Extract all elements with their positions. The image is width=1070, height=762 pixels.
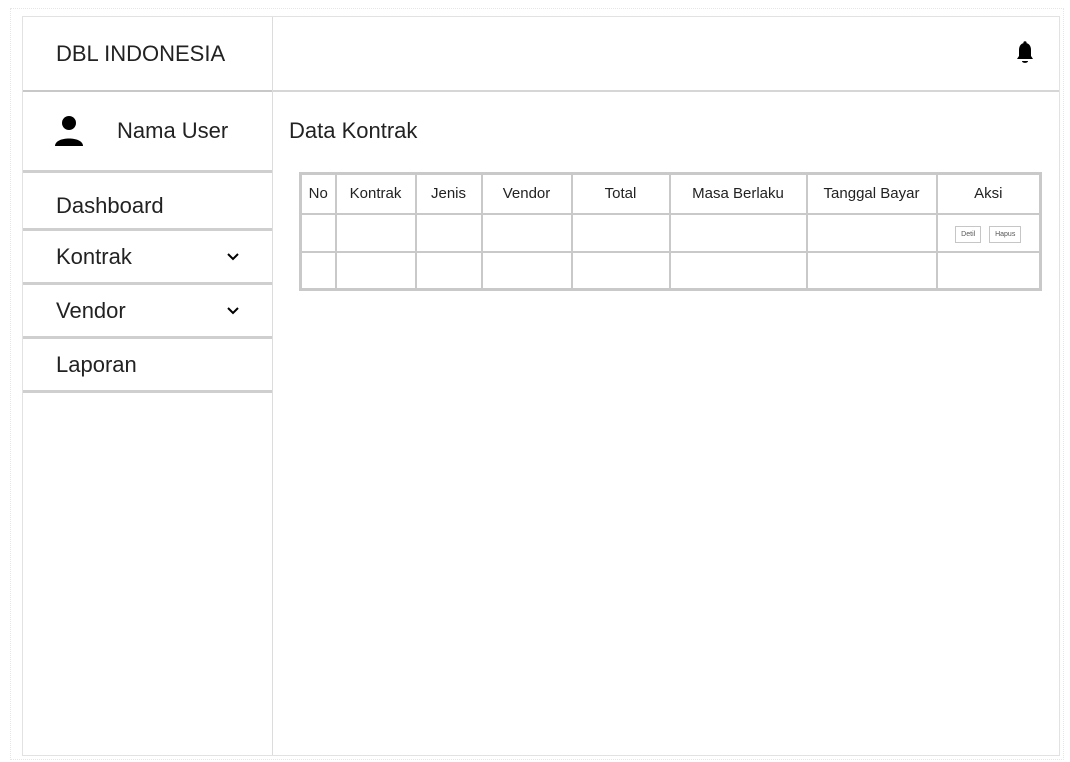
user-profile[interactable]: Nama User (23, 92, 272, 173)
column-header-no: No (299, 172, 337, 215)
table-cell (414, 212, 483, 253)
table-cell (299, 212, 337, 253)
sidebar-item-dashboard[interactable]: Dashboard (23, 173, 272, 231)
sidebar-item-kontrak[interactable]: Kontrak (23, 231, 272, 285)
app-window: DBL INDONESIA Nama User Dashboard Kontra… (22, 16, 1060, 756)
table-cell (334, 212, 417, 253)
sidebar-item-label: Kontrak (56, 243, 132, 269)
table-cell (805, 212, 938, 253)
table-cell (299, 250, 337, 291)
sidebar-item-label: Dashboard (56, 192, 164, 218)
column-header-jenis: Jenis (414, 172, 483, 215)
brand-title: DBL INDONESIA (23, 17, 272, 92)
table-cell (480, 212, 573, 253)
sidebar-item-label: Vendor (56, 297, 126, 323)
user-icon (55, 116, 83, 146)
column-header-total: Total (570, 172, 671, 215)
detail-button[interactable]: Detil (955, 225, 982, 243)
table-row (299, 250, 1042, 291)
table-cell-actions: Detil Hapus (935, 212, 1042, 253)
column-header-kontrak: Kontrak (334, 172, 417, 215)
table-cell (414, 250, 483, 291)
user-name: Nama User (117, 118, 229, 143)
column-header-masa-berlaku: Masa Berlaku (668, 172, 808, 215)
delete-button[interactable]: Hapus (989, 225, 1022, 243)
chevron-down-icon (227, 252, 239, 260)
sidebar-item-laporan[interactable]: Laporan (23, 339, 272, 393)
table-cell (668, 250, 808, 291)
chevron-down-icon (227, 306, 239, 314)
brand-title-text: DBL INDONESIA (56, 40, 226, 66)
table-cell (570, 250, 671, 291)
column-header-tanggal-bayar: Tanggal Bayar (805, 172, 938, 215)
table-cell (668, 212, 808, 253)
table-cell (570, 212, 671, 253)
column-header-aksi: Aksi (935, 172, 1042, 215)
table-row: Detil Hapus (299, 212, 1042, 253)
top-bar (273, 17, 1059, 92)
table-header-row: No Kontrak Jenis Vendor Total Masa Berla… (299, 172, 1042, 215)
bell-icon[interactable] (1015, 41, 1035, 65)
table-cell (935, 250, 1042, 291)
table-cell (805, 250, 938, 291)
sidebar: DBL INDONESIA Nama User Dashboard Kontra… (23, 17, 273, 755)
sidebar-item-label: Laporan (56, 351, 137, 377)
column-header-vendor: Vendor (480, 172, 573, 215)
contract-table: No Kontrak Jenis Vendor Total Masa Berla… (299, 172, 1042, 291)
table-cell (480, 250, 573, 291)
main-content: Data Kontrak No Kontrak Jenis Vendor Tot… (273, 92, 1059, 755)
page-title: Data Kontrak (289, 118, 418, 143)
table-cell (334, 250, 417, 291)
sidebar-item-vendor[interactable]: Vendor (23, 285, 272, 339)
